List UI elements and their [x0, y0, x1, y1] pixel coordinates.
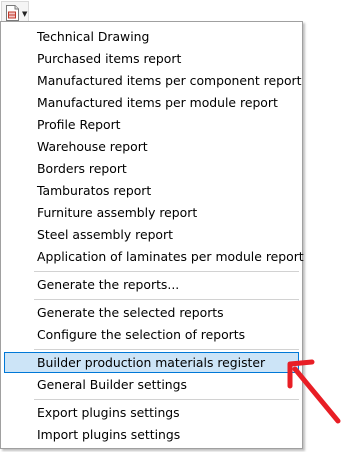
menu-item-steel-assembly-report[interactable]: Steel assembly report	[4, 224, 299, 245]
reports-toolbar-button[interactable]: ▼	[1, 1, 29, 23]
menu-item-tamburatos-report[interactable]: Tamburatos report	[4, 180, 299, 201]
menu-separator	[34, 271, 299, 272]
menu-item-generate-selected-reports[interactable]: Generate the selected reports	[4, 302, 299, 323]
menu-item-technical-drawing[interactable]: Technical Drawing	[4, 26, 299, 47]
red-arrow-icon	[282, 356, 344, 430]
menu-item-export-plugins-settings[interactable]: Export plugins settings	[4, 402, 299, 423]
menu-item-borders-report[interactable]: Borders report	[4, 158, 299, 179]
triangle-down-icon[interactable]: ▼	[22, 11, 27, 18]
menu-item-manufactured-items-per-component-report[interactable]: Manufactured items per component report	[4, 70, 302, 91]
menu-separator	[34, 349, 299, 350]
menu-item-generate-the-reports[interactable]: Generate the reports...	[4, 274, 299, 295]
menu-separator	[34, 399, 299, 400]
menu-item-configure-selection-of-reports[interactable]: Configure the selection of reports	[4, 324, 299, 345]
menu-item-application-of-laminates-report[interactable]: Application of laminates per module repo…	[4, 246, 304, 267]
menu-separator	[34, 299, 299, 300]
menu-item-builder-production-materials-register[interactable]: Builder production materials register	[4, 352, 299, 373]
menu-item-import-plugins-settings[interactable]: Import plugins settings	[4, 424, 299, 445]
menu-item-purchased-items-report[interactable]: Purchased items report	[4, 48, 299, 69]
menu-item-general-builder-settings[interactable]: General Builder settings	[4, 374, 299, 395]
menu-item-profile-report[interactable]: Profile Report	[4, 114, 299, 135]
menu-item-furniture-assembly-report[interactable]: Furniture assembly report	[4, 202, 299, 223]
reports-dropdown-menu: Technical Drawing Purchased items report…	[0, 21, 304, 449]
menu-item-warehouse-report[interactable]: Warehouse report	[4, 136, 299, 157]
menu-item-manufactured-items-per-module-report[interactable]: Manufactured items per module report	[4, 92, 299, 113]
